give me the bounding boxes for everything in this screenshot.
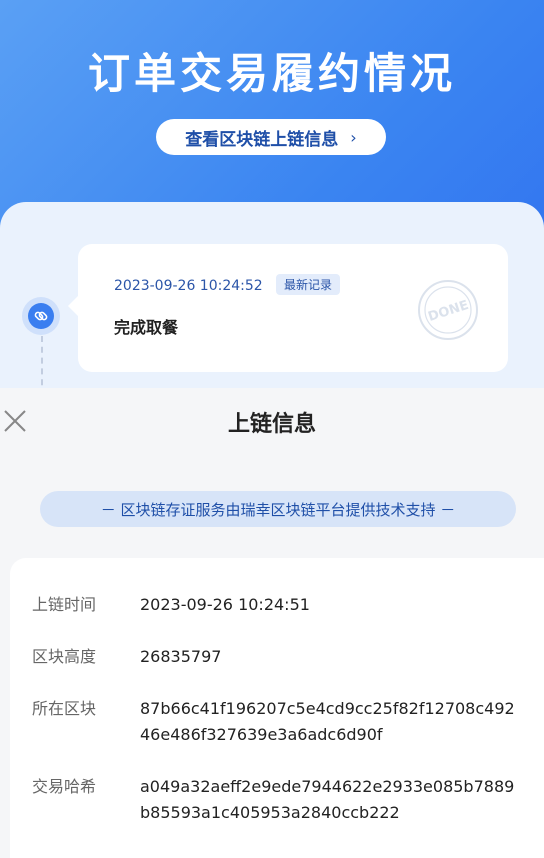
info-value: 2023-09-26 10:24:51 <box>140 595 310 614</box>
info-value: 87b66c41f196207c5e4cd9cc25f82f12708c4924… <box>140 699 515 744</box>
chevron-right-icon: › <box>350 127 357 147</box>
record-time: 2023-09-26 10:24:52 <box>114 278 263 294</box>
page-title: 订单交易履约情况 <box>87 49 456 98</box>
chain-info-card: 上链时间 2023-09-26 10:24:51 区块高度 26835797 所… <box>10 558 544 858</box>
info-label: 上链时间 <box>32 595 97 614</box>
info-row-block-hash: 所在区块 87b66c41f196207c5e4cd9cc25f82f12708… <box>32 696 520 748</box>
timeline-card: 2023-09-26 10:24:52 最新记录 完成取餐 DONE <box>68 244 508 372</box>
info-value: 26835797 <box>140 647 222 666</box>
sheet-title: 上链信息 <box>227 412 316 437</box>
timeline-node <box>22 297 60 335</box>
info-row-chain-time: 上链时间 2023-09-26 10:24:51 <box>32 592 520 618</box>
info-value: a049a32aeff2e9ede7944622e2933e085b7889b8… <box>140 777 515 822</box>
chain-info-sheet: 上链信息 － 区块链存证服务由瑞幸区块链平台提供技术支持 － 上链时间 2023… <box>0 388 544 858</box>
stamp-text: DONE <box>426 298 470 325</box>
info-row-tx-hash: 交易哈希 a049a32aeff2e9ede7944622e2933e085b7… <box>32 774 520 826</box>
info-label: 交易哈希 <box>32 777 97 796</box>
done-stamp-icon: DONE <box>418 280 478 340</box>
view-blockchain-label: 查看区块链上链信息 <box>185 129 339 150</box>
info-label: 所在区块 <box>32 699 97 718</box>
timeline-section: 2023-09-26 10:24:52 最新记录 完成取餐 DONE <box>0 202 544 402</box>
view-blockchain-button[interactable]: 查看区块链上链信息 › <box>156 119 386 155</box>
timeline-connector <box>41 336 43 396</box>
tech-support-notice: － 区块链存证服务由瑞幸区块链平台提供技术支持 － <box>40 491 516 527</box>
link-icon <box>28 303 54 329</box>
order-status: 完成取餐 <box>114 318 179 337</box>
info-row-block-height: 区块高度 26835797 <box>32 644 520 670</box>
latest-record-badge: 最新记录 <box>276 274 341 295</box>
info-label: 区块高度 <box>32 647 97 666</box>
